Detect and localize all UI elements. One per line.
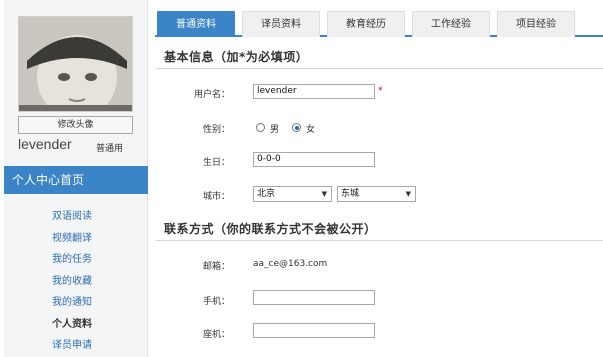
gender-female-radio[interactable] (292, 123, 301, 132)
tab-education[interactable]: 教育经历 (327, 11, 405, 37)
city-select[interactable]: 北京 ▼ (253, 186, 332, 202)
basic-info-title: 基本信息（加*为必填项） (164, 50, 309, 64)
email-value: aa_ce@163.com (253, 259, 328, 269)
phone-label: 座机： (202, 330, 230, 340)
district-select-value: 东城 (341, 189, 360, 199)
divider (156, 68, 603, 69)
gender-female-label: 女 (306, 125, 316, 135)
birthday-label: 生日： (202, 158, 230, 168)
gender-label: 性别： (202, 125, 230, 135)
sidebar-item-my-favorites[interactable]: 我的收藏 (4, 271, 148, 293)
tab-general-info[interactable]: 普通资料 (157, 11, 235, 37)
sidebar-item-video-translation[interactable]: 视频翻译 (4, 228, 148, 250)
district-select[interactable]: 东城 ▼ (337, 186, 416, 202)
sidebar-item-bilingual-reading[interactable]: 双语阅读 (4, 206, 148, 228)
mobile-field[interactable] (253, 290, 375, 305)
user-type-label: 普通用 (96, 144, 124, 154)
sidebar: 修改头像 levender 普通用 个人中心首页 双语阅读 视频翻译 我的任务 … (4, 0, 148, 357)
profile-tabs: 普通资料 译员资料 教育经历 工作经验 项目经验 (155, 11, 603, 37)
change-avatar-button[interactable]: 修改头像 (18, 116, 133, 134)
mobile-label: 手机： (202, 297, 230, 307)
sidebar-item-my-notifications[interactable]: 我的通知 (4, 292, 148, 314)
sidebar-home-button[interactable]: 个人中心首页 (4, 166, 148, 194)
gender-male-label: 男 (270, 125, 280, 135)
chevron-down-icon: ▼ (405, 190, 411, 198)
chevron-down-icon: ▼ (321, 190, 327, 198)
email-label: 邮箱： (202, 262, 230, 272)
phone-field[interactable] (253, 323, 375, 338)
avatar (18, 16, 133, 112)
sidebar-item-translator-application[interactable]: 译员申请 (4, 335, 148, 357)
username: levender (18, 136, 72, 152)
username-field[interactable]: levender (253, 84, 375, 99)
tab-work-experience[interactable]: 工作经验 (412, 11, 490, 37)
divider (156, 240, 603, 241)
contact-info-title: 联系方式（你的联系方式不会被公开） (164, 222, 377, 236)
birthday-field[interactable]: 0-0-0 (253, 152, 375, 167)
gender-male-radio[interactable] (256, 123, 265, 132)
required-mark: * (378, 86, 383, 96)
sidebar-nav: 双语阅读 视频翻译 我的任务 我的收藏 我的通知 个人资料 译员申请 (4, 206, 148, 357)
tab-project-experience[interactable]: 项目经验 (497, 11, 575, 37)
sidebar-item-my-tasks[interactable]: 我的任务 (4, 249, 148, 271)
tab-translator-info[interactable]: 译员资料 (242, 11, 320, 37)
username-label: 用户名： (193, 90, 230, 100)
city-label: 城市： (202, 192, 230, 202)
sidebar-item-profile[interactable]: 个人资料 (4, 314, 148, 336)
city-select-value: 北京 (257, 189, 276, 199)
